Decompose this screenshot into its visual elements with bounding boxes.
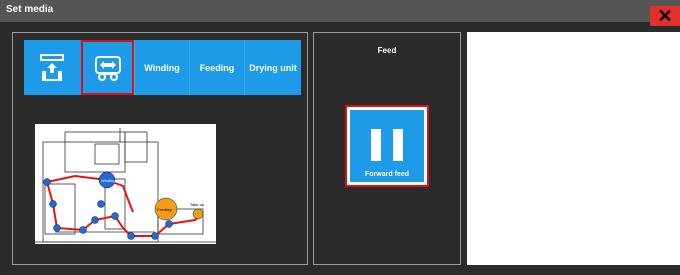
media-set-icon <box>40 53 64 81</box>
pause-icon-bar <box>393 129 403 161</box>
machine-diagram: Winding Feeding Take-up <box>35 128 216 243</box>
preview-panel <box>467 32 680 265</box>
media-toolbar: Winding Feeding Drying unit <box>24 40 301 95</box>
tool-winding[interactable]: Winding <box>134 40 189 95</box>
diagram-label-winding: Winding <box>101 178 115 183</box>
media-path-diagram: Winding Feeding Take-up <box>35 124 216 244</box>
tool-transfer[interactable] <box>81 40 134 95</box>
transfer-icon <box>94 55 121 81</box>
close-button[interactable]: ✕ <box>650 6 680 26</box>
diagram-label-takeup: Take-up <box>190 202 205 207</box>
forward-feed-button[interactable]: Forward feed <box>350 110 424 182</box>
pause-icon <box>371 129 381 161</box>
feed-title: Feed <box>377 46 397 55</box>
title-bar: Set media <box>0 0 680 22</box>
diagram-label-feeding: Feeding <box>157 207 171 212</box>
tool-feeding[interactable]: Feeding <box>189 40 244 95</box>
forward-feed-label: Forward feed <box>365 171 409 178</box>
window-title: Set media <box>6 4 54 15</box>
tool-drying-unit[interactable]: Drying unit <box>244 40 301 95</box>
tool-media-set[interactable] <box>24 40 80 95</box>
